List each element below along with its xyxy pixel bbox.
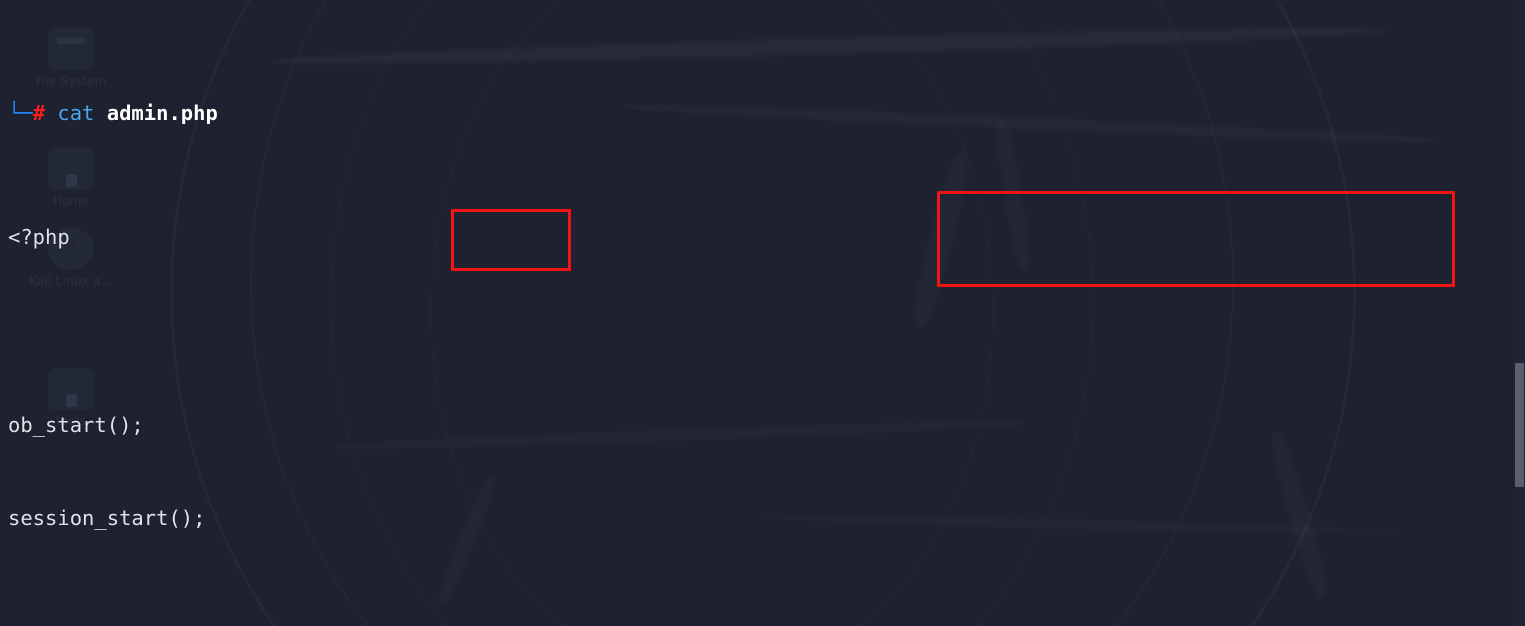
terminal-output[interactable]: └─# cat admin.php <?php ob_start(); sess…: [0, 0, 1525, 626]
prompt-corner-icon: └─: [8, 100, 33, 125]
prompt-command: cat: [57, 100, 95, 125]
prompt-line: └─# cat admin.php: [0, 98, 1525, 129]
scrollbar-thumb[interactable]: [1515, 363, 1524, 487]
code-line: <?php: [8, 225, 70, 250]
prompt-argument: admin.php: [106, 100, 218, 125]
terminal-scrollbar[interactable]: [1514, 0, 1525, 626]
prompt-root-hash: #: [32, 100, 46, 125]
code-line: ob_start();: [8, 412, 144, 437]
terminal-window[interactable]: File System Home Kali Linux a… tools └─#…: [0, 0, 1525, 626]
code-line: session_start();: [8, 506, 206, 531]
